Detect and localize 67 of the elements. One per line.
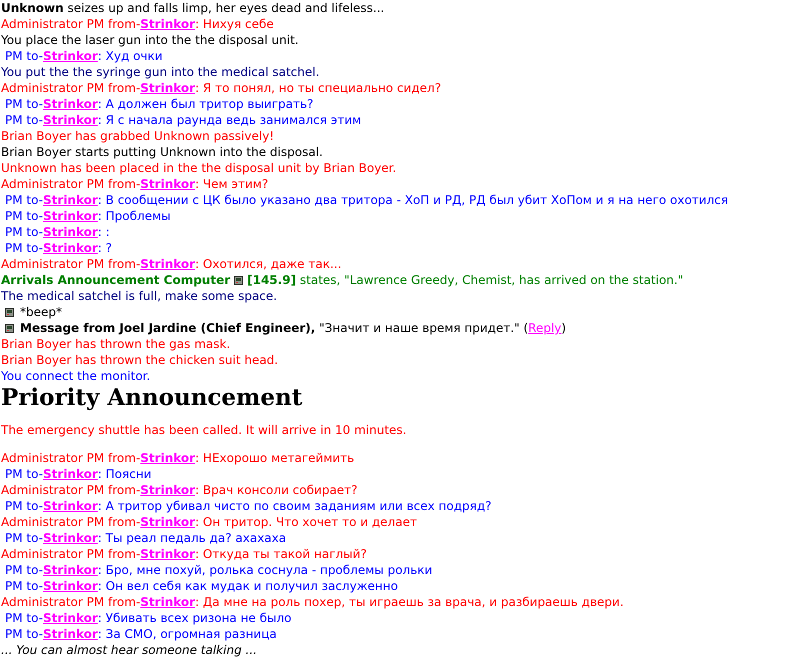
sender-link[interactable]: Strinkor (140, 177, 196, 191)
private-message: Administrator PM from-Strinkor: НЕхорошо метагеймить (1, 450, 356, 466)
private-message: PM to-Strinkor: А тритор убивал чисто по своим заданиям или всех подряд? (4, 498, 493, 514)
private-message: PM to-Strinkor: Проблемы (4, 208, 172, 224)
reply-link[interactable]: Reply (528, 321, 562, 335)
notice-message: Brian Boyer has thrown the gas mask. (1, 336, 232, 352)
private-message: PM to-Strinkor: Поясни (4, 466, 152, 482)
private-message: PM to-Strinkor: А должен был тритор выиграть? (4, 96, 314, 112)
notice-message: Brian Boyer starts putting Unknown into the disposal. (1, 144, 324, 160)
notice-message: You connect the monitor. (1, 368, 152, 384)
sender-link[interactable]: Strinkor (43, 209, 98, 223)
private-message: PM to-Strinkor: Худ очки (4, 48, 164, 64)
private-message: Administrator PM from-Strinkor: Я то понял, но ты специально сидел? (1, 80, 442, 96)
sender-link[interactable]: Strinkor (140, 81, 196, 95)
private-message: PM to-Strinkor: В сообщении с ЦК было указано два тритора - ХоП и РД, РД был убит ХоПом и я на него охотился (4, 192, 730, 208)
private-message: Administrator PM from-Strinkor: Охотился, даже так... (1, 256, 342, 272)
private-message: Administrator PM from-Strinkor: Нихуя себе (1, 16, 275, 32)
radio-text: [145.9] states, "Lawrence Greedy, Chemist, has arrived on the station." (247, 272, 684, 288)
notice-message: The medical satchel is full, make some space. (1, 288, 278, 304)
sender-link[interactable]: Strinkor (43, 97, 98, 111)
notice-message: Unknown has been placed in the the disposal unit by Brian Boyer. (1, 160, 398, 176)
notice-message: You put the the syringe gun into the medical satchel. (1, 64, 320, 80)
radio-icon (234, 276, 244, 284)
pda-beep: *beep* (20, 304, 62, 320)
sender-link[interactable]: Strinkor (43, 531, 98, 545)
private-message: PM to-Strinkor: Я с начала раунда ведь занимался этим (4, 112, 362, 128)
sender-link[interactable]: Strinkor (43, 499, 98, 513)
sender-link[interactable]: Strinkor (43, 467, 98, 481)
private-message: PM to-Strinkor: : (4, 224, 111, 240)
private-message: PM to-Strinkor: Он вел себя как мудак и получил заслуженно (4, 578, 399, 594)
private-message: Administrator PM from-Strinkor: Чем этим? (1, 176, 270, 192)
sender-link[interactable]: Strinkor (43, 113, 98, 127)
announcement-text: The emergency shuttle has been called. It will arrive in 10 minutes. (1, 422, 408, 438)
sender-link[interactable]: Strinkor (43, 611, 98, 625)
private-message: Administrator PM from-Strinkor: Да мне на роль похер, ты играешь за врача, и разбираешь двери. (1, 594, 625, 610)
sender-link[interactable]: Strinkor (43, 627, 98, 641)
private-message: PM to-Strinkor: ? (4, 240, 114, 256)
sender-link[interactable]: Strinkor (43, 49, 98, 63)
private-message: PM to-Strinkor: За СМО, огромная разница (4, 626, 278, 642)
sender-link[interactable]: Strinkor (43, 563, 98, 577)
sender-link[interactable]: Strinkor (43, 579, 98, 593)
sender-link[interactable]: Strinkor (140, 17, 196, 31)
private-message: PM to-Strinkor: Бро, мне похуй, ролька соснула - проблемы рольки (4, 562, 434, 578)
sender-link[interactable]: Strinkor (140, 547, 196, 561)
sender-link[interactable]: Strinkor (43, 193, 98, 207)
pda-message: Message from Joel Jardine (Chief Engineer), "Значит и наше время придет." (Reply) (20, 320, 566, 336)
notice-message: You place the laser gun into the the disposal unit. (1, 32, 300, 48)
sender-link[interactable]: Strinkor (140, 515, 196, 529)
sender-link[interactable]: Strinkor (43, 241, 98, 255)
sender-link[interactable]: Strinkor (43, 225, 98, 239)
sender-link[interactable]: Strinkor (140, 257, 196, 271)
pda-icon (5, 324, 14, 332)
speaker-name: Arrivals Announcement Computer (1, 272, 230, 288)
notice-message: Brian Boyer has thrown the chicken suit head. (1, 352, 280, 368)
deadchat-message: ... You can almost hear someone talking ... (1, 642, 258, 658)
private-message: Administrator PM from-Strinkor: Откуда ты такой наглый? (1, 546, 368, 562)
sender-link[interactable]: Strinkor (140, 595, 196, 609)
private-message: Administrator PM from-Strinkor: Он тритор. Что хочет то и делает (1, 514, 418, 530)
sender-link[interactable]: Strinkor (140, 483, 196, 497)
sender-link[interactable]: Strinkor (140, 451, 196, 465)
emote-message: Unknown seizes up and falls limp, her eyes dead and lifeless... (1, 0, 386, 16)
private-message: PM to-Strinkor: Ты реал педаль да? ахахаха (4, 530, 288, 546)
private-message: PM to-Strinkor: Убивать всех ризона не было (4, 610, 293, 626)
pda-icon (5, 308, 14, 316)
announcement-title: Priority Announcement (1, 384, 304, 412)
private-message: Administrator PM from-Strinkor: Врач консоли собирает? (1, 482, 359, 498)
notice-message: Brian Boyer has grabbed Unknown passively! (1, 128, 276, 144)
